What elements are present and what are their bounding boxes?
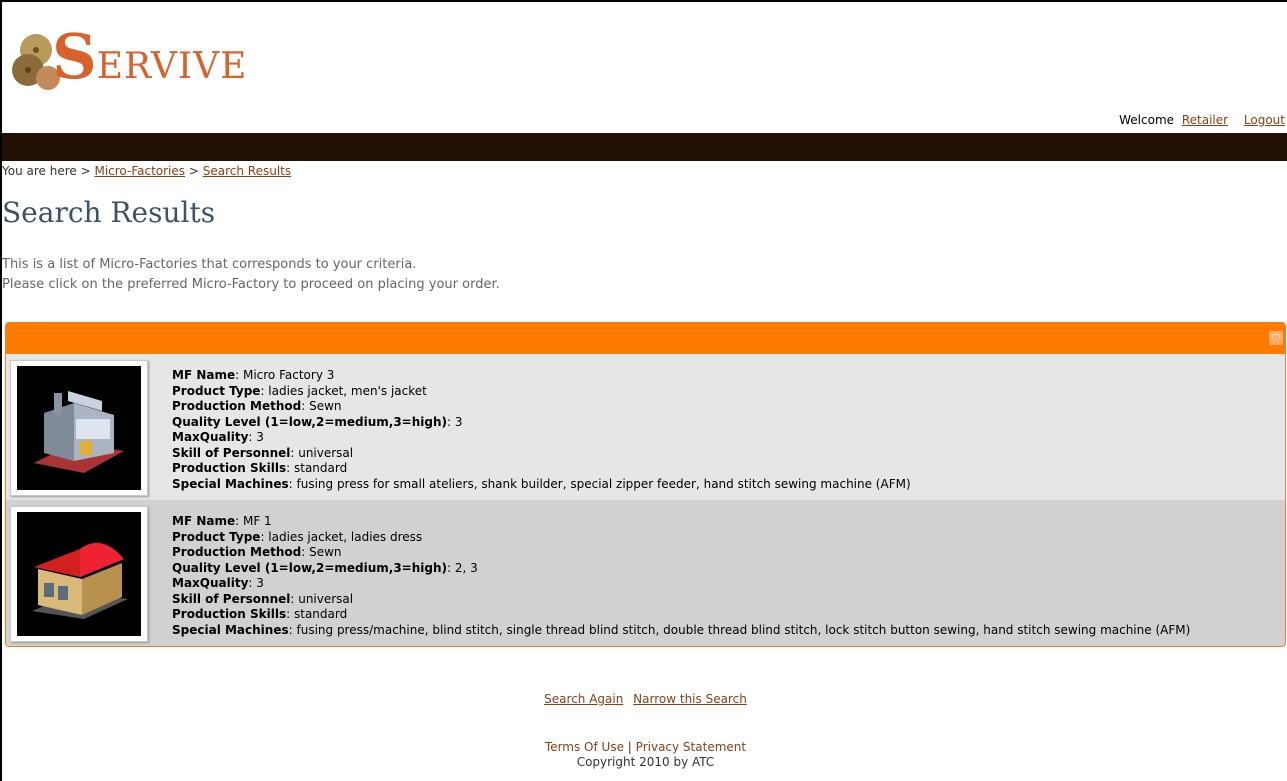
intro-line-2: Please click on the preferred Micro-Fact… (2, 277, 500, 292)
label-special-machines: Special Machines (172, 622, 289, 637)
intro-text: This is a list of Micro-Factories that c… (2, 255, 500, 295)
mf-name: MF 1 (242, 514, 272, 528)
rss-icon[interactable]: ◠ (1269, 331, 1283, 345)
factory-icon (17, 366, 141, 490)
product-type: ladies jacket, men's jacket (268, 383, 427, 398)
label-quality-level: Quality Level (1=low,2=medium,3=high) (172, 560, 447, 575)
footer-separator: | (627, 740, 632, 754)
max-quality: 3 (256, 576, 264, 590)
skill-personnel: universal (298, 591, 354, 606)
factory-red-roof-icon (17, 512, 141, 636)
breadcrumb-micro-factories[interactable]: Micro-Factories (94, 164, 185, 178)
mf-name: Micro Factory 3 (242, 368, 335, 382)
label-quality-level: Quality Level (1=low,2=medium,3=high) (172, 414, 447, 429)
welcome-text: Welcome (1119, 113, 1175, 127)
narrow-search-link[interactable]: Narrow this Search (633, 692, 747, 706)
privacy-link[interactable]: Privacy Statement (636, 740, 746, 754)
label-production-method: Production Method (172, 545, 302, 559)
logo[interactable]: SERVIVE (12, 20, 246, 100)
label-max-quality: MaxQuality (172, 576, 249, 590)
factory-info: MF Name: MF 1 Product Type: ladies jacke… (172, 514, 1191, 637)
label-production-method: Production Method (172, 399, 302, 413)
welcome-bar: Welcome Retailer Logout (1119, 113, 1285, 127)
max-quality: 3 (256, 430, 264, 444)
production-skills: standard (293, 607, 348, 621)
copyright: Copyright 2010 by ATC (576, 755, 715, 769)
breadcrumb-separator: > (188, 164, 199, 178)
skill-personnel: universal (298, 445, 354, 460)
breadcrumb: You are here > Micro-Factories > Search … (2, 164, 291, 178)
label-product-type: Product Type (172, 529, 261, 544)
label-product-type: Product Type (172, 383, 261, 398)
logo-text: SERVIVE (52, 26, 247, 88)
label-production-skills: Production Skills (172, 461, 287, 475)
factory-thumbnail[interactable] (10, 506, 148, 642)
label-skill-personnel: Skill of Personnel (172, 445, 291, 460)
production-method: Sewn (309, 399, 342, 413)
intro-line-1: This is a list of Micro-Factories that c… (2, 257, 417, 272)
quality-level: 3 (454, 414, 463, 429)
logo-rest: ERVIVE (96, 46, 248, 87)
label-skill-personnel: Skill of Personnel (172, 591, 291, 606)
quality-level: 2, 3 (454, 560, 478, 575)
results-header: ◠ (6, 323, 1285, 354)
label-mf-name: MF Name (172, 514, 236, 528)
label-max-quality: MaxQuality (172, 430, 249, 444)
label-mf-name: MF Name (172, 368, 236, 382)
result-row[interactable]: MF Name: Micro Factory 3 Product Type: l… (6, 354, 1285, 500)
terms-link[interactable]: Terms Of Use (545, 740, 624, 754)
results-panel: ◠ MF Name: Micro Factory 3 Product Type:… (5, 322, 1286, 647)
page-title: Search Results (2, 196, 216, 229)
special-machines: fusing press/machine, blind stitch, sing… (296, 622, 1191, 637)
search-actions: Search Again Narrow this Search (2, 692, 1287, 706)
result-row[interactable]: MF Name: MF 1 Product Type: ladies jacke… (6, 500, 1285, 646)
product-type: ladies jacket, ladies dress (268, 529, 423, 544)
logout-link[interactable]: Logout (1244, 113, 1285, 127)
factory-info: MF Name: Micro Factory 3 Product Type: l… (172, 368, 911, 491)
production-method: Sewn (309, 545, 342, 559)
breadcrumb-search-results[interactable]: Search Results (203, 164, 291, 178)
special-machines: fusing press for small ateliers, shank b… (296, 476, 911, 491)
nav-bar (2, 133, 1287, 161)
footer: Terms Of Use | Privacy Statement Copyrig… (2, 740, 1287, 770)
factory-thumbnail[interactable] (10, 360, 148, 496)
production-skills: standard (293, 461, 348, 475)
label-production-skills: Production Skills (172, 607, 287, 621)
breadcrumb-prefix: You are here > (2, 164, 91, 178)
user-link[interactable]: Retailer (1182, 113, 1228, 127)
label-special-machines: Special Machines (172, 476, 289, 491)
search-again-link[interactable]: Search Again (544, 692, 623, 706)
logo-first-letter: S (52, 20, 97, 93)
